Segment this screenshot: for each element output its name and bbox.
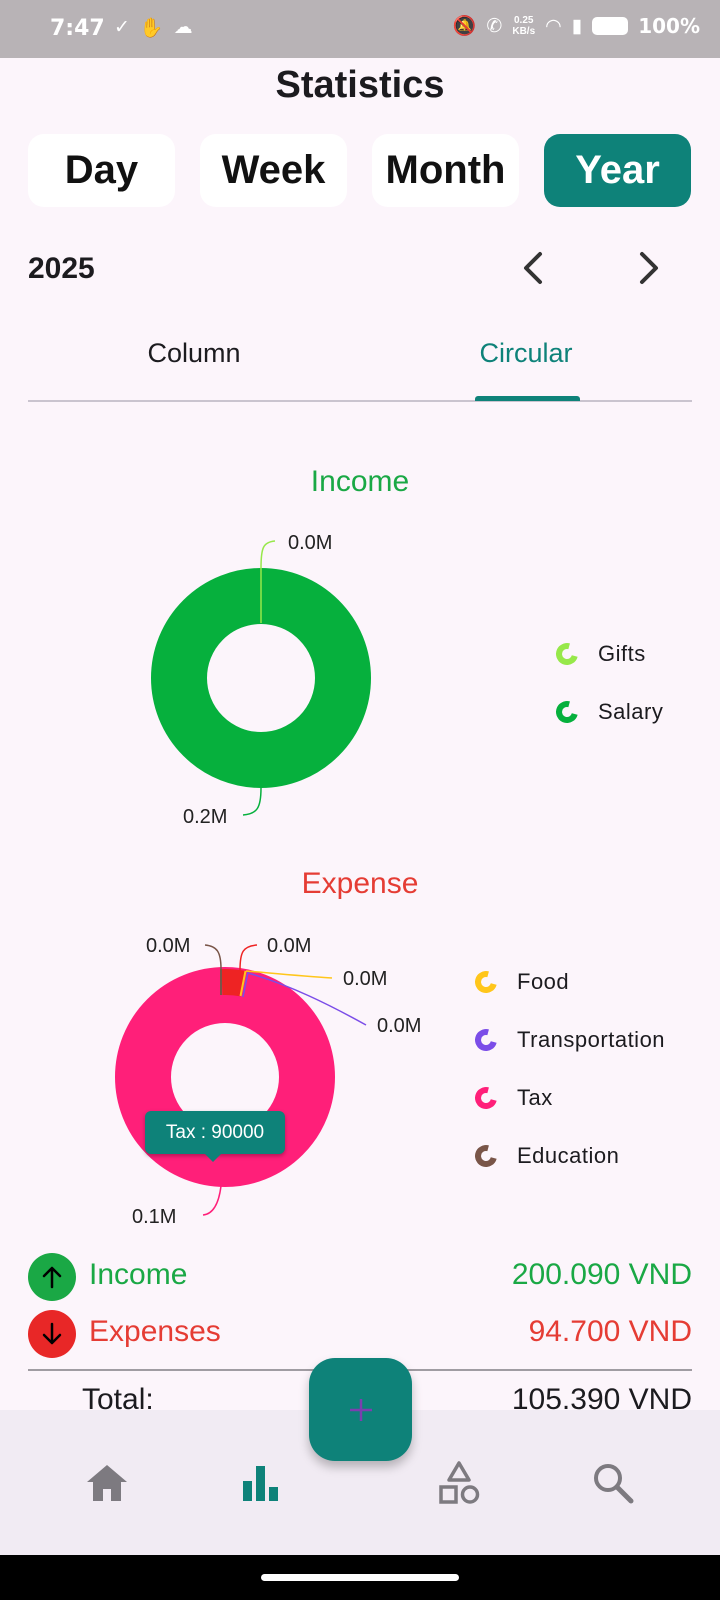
expense-label-tax: 0.1M	[132, 1206, 176, 1228]
shapes-icon[interactable]	[434, 1458, 484, 1508]
ring-icon	[470, 1024, 502, 1056]
ring-icon	[551, 638, 583, 670]
leader-line	[242, 787, 262, 816]
bar-chart-icon[interactable]	[236, 1458, 286, 1508]
expenses-summary-row: Expenses 94.700 VND	[28, 1310, 692, 1358]
leader-line	[239, 944, 258, 971]
expenses-value: 94.700 VND	[528, 1315, 692, 1348]
add-transaction-button[interactable]	[309, 1358, 412, 1461]
legend-item-tax[interactable]: Tax	[470, 1069, 665, 1127]
arrow-down-icon	[28, 1310, 76, 1358]
expense-chart-title: Expense	[302, 867, 419, 900]
ring-icon	[470, 966, 502, 998]
arrow-up-icon	[28, 1253, 76, 1301]
income-label-bottom: 0.2M	[183, 806, 227, 828]
chart-tooltip: Tax : 90000	[145, 1111, 285, 1162]
home-gesture-pill[interactable]	[261, 1574, 459, 1581]
ring-icon	[470, 1082, 502, 1114]
income-legend: Gifts Salary	[551, 625, 663, 741]
search-icon[interactable]	[588, 1458, 638, 1508]
legend-item-education[interactable]: Education	[470, 1127, 665, 1185]
legend-item-food[interactable]: Food	[470, 953, 665, 1011]
gesture-bar	[0, 1555, 720, 1600]
expense-label-education: 0.0M	[146, 935, 190, 957]
income-chart-title: Income	[311, 465, 409, 498]
leader-line	[204, 944, 222, 970]
home-icon[interactable]	[82, 1458, 132, 1508]
income-summary-row: Income 200.090 VND	[28, 1253, 692, 1301]
plus-icon	[349, 1398, 372, 1421]
expense-label-transportation: 0.0M	[377, 1015, 421, 1037]
expense-label-food: 0.0M	[343, 968, 387, 990]
legend-item-transportation[interactable]: Transportation	[470, 1011, 665, 1069]
expense-legend: Food Transportation Tax Education	[470, 953, 665, 1185]
income-label: Income	[89, 1258, 188, 1291]
leader-line	[260, 540, 276, 569]
legend-item-gifts[interactable]: Gifts	[551, 625, 663, 683]
income-value: 200.090 VND	[511, 1258, 692, 1291]
ring-icon	[551, 696, 583, 728]
leader-line	[202, 1185, 222, 1216]
legend-item-salary[interactable]: Salary	[551, 683, 663, 741]
income-label-top: 0.0M	[288, 532, 332, 554]
ring-icon	[470, 1140, 502, 1172]
expenses-label: Expenses	[89, 1315, 221, 1348]
expense-label-red: 0.0M	[267, 935, 311, 957]
